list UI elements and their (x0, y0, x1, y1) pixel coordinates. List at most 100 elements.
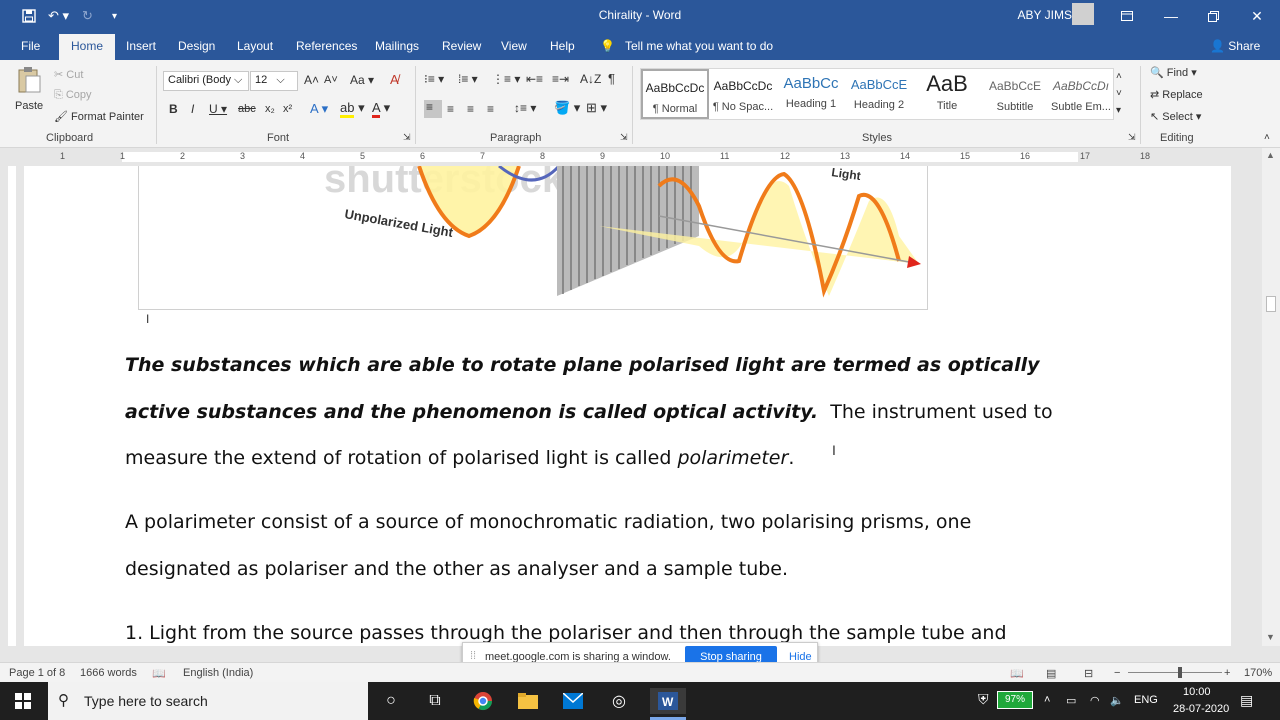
vertical-ruler[interactable] (0, 166, 22, 646)
font-name-select[interactable]: Calibri (Body ⌵ (163, 71, 249, 91)
share-button[interactable]: 👤 Share (1210, 39, 1260, 53)
tab-references[interactable]: References (296, 39, 357, 53)
page-count[interactable]: Page 1 of 8 (9, 667, 65, 679)
ribbon-display-icon[interactable] (1104, 0, 1150, 32)
zoom-in-icon[interactable]: + (1224, 667, 1230, 679)
app-icon[interactable]: ◎ (606, 688, 632, 714)
polarization-figure[interactable]: shutterstock (138, 166, 928, 310)
grow-font-icon[interactable]: A˄ (304, 73, 319, 87)
cut-button[interactable]: ✂ Cut (54, 68, 83, 81)
input-language[interactable]: ENG (1134, 694, 1158, 706)
style-title[interactable]: AaB Title (913, 69, 981, 119)
style-no-spacing[interactable]: AaBbCcDc ¶ No Spac... (709, 69, 777, 119)
tab-help[interactable]: Help (550, 39, 575, 53)
styles-scroll-icon[interactable]: ˄ ˅ ▾ (1116, 68, 1122, 119)
tab-view[interactable]: View (501, 39, 527, 53)
style-heading-1[interactable]: AaBbCc Heading 1 (777, 69, 845, 119)
tab-insert[interactable]: Insert (126, 39, 156, 53)
avatar[interactable] (1072, 3, 1094, 25)
font-size-select[interactable]: 12 ⌵ (250, 71, 298, 91)
font-dialog-launcher-icon[interactable]: ⇲ (403, 132, 411, 143)
mail-icon[interactable] (560, 688, 586, 714)
subscript-icon[interactable]: x₂ (265, 103, 275, 115)
zoom-slider[interactable] (1128, 672, 1222, 673)
taskbar-search-box[interactable]: ⚲ Type here to search (48, 682, 368, 720)
file-explorer-icon[interactable] (515, 688, 541, 714)
scroll-down-icon[interactable]: ▼ (1266, 632, 1275, 642)
style-normal[interactable]: AaBbCcDc ¶ Normal (641, 69, 709, 119)
print-layout-icon[interactable]: ▤ (1046, 667, 1056, 680)
increase-indent-icon[interactable]: ≡⇥ (552, 72, 569, 86)
bullets-icon[interactable]: ⁝≡ ▾ (424, 72, 444, 86)
zoom-slider-thumb[interactable] (1178, 667, 1182, 678)
font-color-icon[interactable]: A ▾ (372, 100, 390, 118)
align-right-icon[interactable]: ≡ (467, 102, 474, 116)
tell-me-search[interactable]: Tell me what you want to do (625, 39, 773, 53)
zoom-level[interactable]: 170% (1244, 667, 1272, 679)
proofing-icon[interactable]: 📖 (152, 667, 166, 680)
strikethrough-icon[interactable]: abc (238, 103, 256, 115)
clock-date[interactable]: 28-07-2020 (1173, 703, 1229, 715)
scrollbar-thumb[interactable] (1266, 296, 1276, 312)
task-view-icon[interactable]: ⧉ (422, 688, 448, 714)
superscript-icon[interactable]: x² (283, 103, 292, 115)
align-center-icon[interactable]: ≡ (447, 102, 454, 116)
clear-formatting-icon[interactable]: A̸ (390, 72, 399, 87)
sort-icon[interactable]: A↓Z (580, 72, 601, 86)
italic-icon[interactable]: I (191, 102, 194, 116)
justify-icon[interactable]: ≡ (487, 102, 494, 116)
collapse-ribbon-icon[interactable]: ˄ (1264, 132, 1270, 143)
document-page[interactable]: shutterstock (24, 166, 1231, 646)
select-button[interactable]: ↖ Select ▾ (1150, 110, 1201, 123)
style-subtitle[interactable]: AaBbCcE Subtitle (981, 69, 1049, 119)
align-left-icon[interactable]: ≡ (424, 100, 442, 118)
scroll-up-icon[interactable]: ▲ (1266, 150, 1275, 160)
tab-mailings[interactable]: Mailings (375, 39, 419, 53)
windows-start-icon[interactable] (10, 688, 36, 714)
shading-icon[interactable]: 🪣 ▾ (554, 100, 580, 116)
drag-handle-icon[interactable]: ⁞⁞ (470, 650, 476, 662)
close-icon[interactable]: ✕ (1234, 0, 1280, 32)
language[interactable]: English (India) (183, 667, 253, 679)
cortana-icon[interactable]: ○ (378, 688, 404, 714)
style-subtle-emphasis[interactable]: AaBbCcDı Subtle Em... (1047, 69, 1115, 119)
line-spacing-icon[interactable]: ↕≡ ▾ (514, 101, 536, 115)
decrease-indent-icon[interactable]: ⇤≡ (526, 72, 543, 86)
restore-icon[interactable] (1190, 0, 1236, 32)
zoom-out-icon[interactable]: − (1114, 667, 1120, 679)
action-center-icon[interactable]: ▤ (1240, 692, 1253, 709)
tab-design[interactable]: Design (178, 39, 215, 53)
tab-layout[interactable]: Layout (237, 39, 273, 53)
style-heading-2[interactable]: AaBbCcE Heading 2 (845, 69, 913, 119)
highlight-icon[interactable]: ab ▾ (340, 100, 365, 118)
battery-indicator[interactable]: 97% (997, 691, 1033, 709)
read-mode-icon[interactable]: 📖 (1010, 667, 1024, 680)
copy-button[interactable]: ⎘ Copy (54, 89, 92, 102)
volume-icon[interactable]: 🔈 (1110, 694, 1124, 707)
show-hidden-icons-icon[interactable]: ˄ (1044, 694, 1050, 706)
change-case-icon[interactable]: Aa ▾ (350, 73, 374, 87)
tab-review[interactable]: Review (442, 39, 481, 53)
paste-button[interactable]: Paste (15, 100, 43, 112)
tab-file[interactable]: File (21, 39, 40, 53)
shrink-font-icon[interactable]: A˅ (324, 74, 338, 86)
chrome-icon[interactable] (470, 688, 496, 714)
word-count[interactable]: 1666 words (80, 667, 137, 679)
styles-dialog-launcher-icon[interactable]: ⇲ (1128, 132, 1136, 143)
format-painter-button[interactable]: 🖌 Format Painter (54, 110, 144, 123)
clock-time[interactable]: 10:00 (1183, 686, 1211, 698)
minimize-icon[interactable]: — (1148, 0, 1194, 32)
bold-icon[interactable]: B (169, 102, 178, 116)
find-button[interactable]: 🔍 Find ▾ (1150, 66, 1197, 79)
vertical-scrollbar[interactable]: ▲ ▼ (1262, 148, 1280, 646)
wifi-icon[interactable]: ◠ (1090, 694, 1100, 707)
multilevel-list-icon[interactable]: ⋮≡ ▾ (492, 72, 520, 86)
security-shield-icon[interactable]: ⛨ (978, 691, 989, 708)
tab-home[interactable]: Home (59, 34, 116, 60)
replace-button[interactable]: ⇄ Replace (1150, 88, 1203, 101)
horizontal-ruler[interactable]: 1 1 2 3 4 5 6 7 8 9 10 11 12 13 14 15 16 17 18 (0, 148, 1280, 166)
borders-icon[interactable]: ⊞ ▾ (586, 100, 607, 116)
power-icon[interactable]: ▭ (1066, 694, 1076, 707)
underline-icon[interactable]: U ▾ (209, 102, 227, 116)
numbering-icon[interactable]: ⁞≡ ▾ (458, 72, 478, 86)
